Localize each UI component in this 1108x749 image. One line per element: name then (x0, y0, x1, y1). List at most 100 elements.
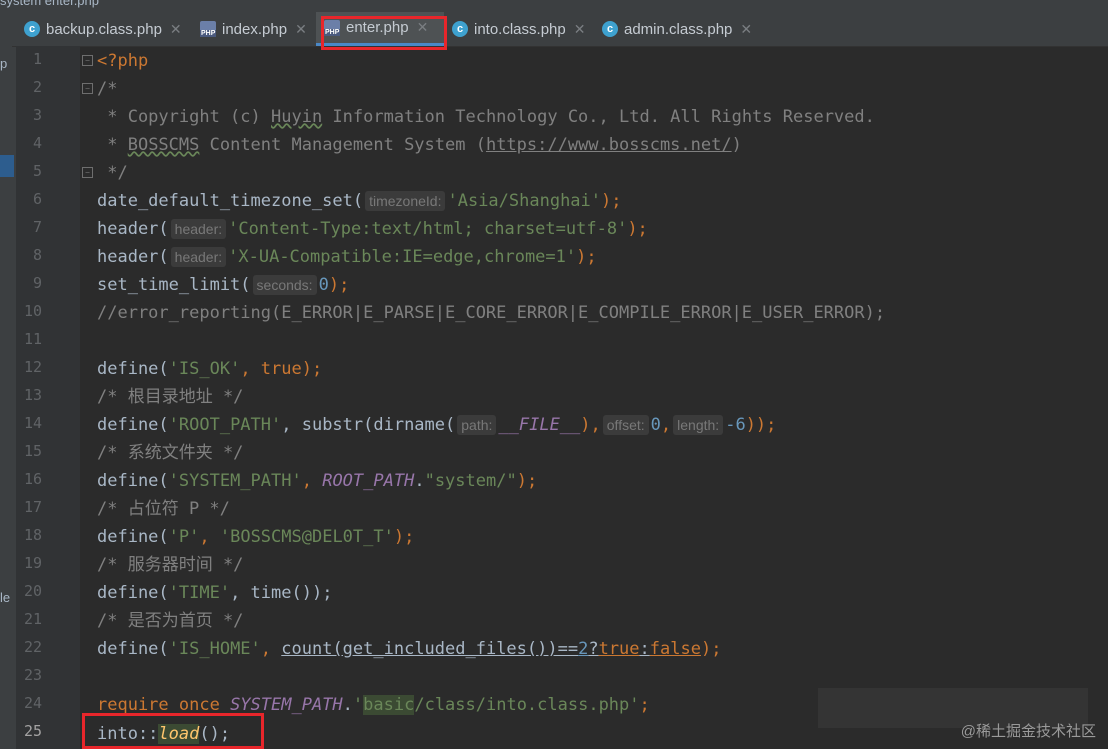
line-number: 8 (32, 246, 42, 264)
class-c-icon: c (24, 21, 40, 37)
function-call: define( (97, 359, 169, 379)
line-number: 14 (23, 414, 42, 432)
punct: ? (588, 639, 599, 659)
tab-into-class[interactable]: c into.class.php ✕ (452, 12, 585, 46)
param-hint: path: (457, 415, 497, 435)
line-number: 23 (23, 666, 42, 684)
param-hint: timezoneId: (365, 191, 446, 211)
class-c-icon: c (452, 21, 468, 37)
code-line-15: /* 系统文件夹 */ (97, 439, 243, 467)
comment: * (97, 135, 128, 155)
punct: . (342, 695, 353, 715)
function-call: count(get_included_files())== (281, 639, 579, 659)
code-line-10: //error_reporting(E_ERROR|E_PARSE|E_CORE… (97, 299, 885, 327)
string: 'Asia/Shanghai' (447, 191, 602, 211)
line-number: 18 (23, 526, 42, 544)
string: 'SYSTEM_PATH' (168, 471, 302, 491)
punct: : (639, 639, 650, 659)
function-call: define( (97, 527, 169, 547)
line-number: 15 (23, 442, 42, 460)
code-line-4: * BOSSCMS Content Management System (htt… (97, 131, 742, 159)
comment-link[interactable]: https://www.bosscms.net/ (486, 135, 732, 155)
param-hint: offset: (602, 415, 649, 435)
line-number: 19 (23, 554, 42, 572)
code-line-9: set_time_limit(seconds: 0); (97, 271, 349, 299)
close-icon[interactable]: ✕ (170, 21, 182, 38)
function-call: date_default_timezone_set( (97, 191, 364, 211)
project-panel-edge[interactable]: p le (0, 12, 16, 749)
line-number: 16 (23, 470, 42, 488)
punct: ); (627, 219, 648, 239)
comment: * Copyright (c) (97, 107, 271, 127)
line-number: 6 (32, 190, 42, 208)
comment: /* 系统文件夹 */ (97, 443, 244, 463)
watermark: @稀土掘金技术社区 (960, 723, 1096, 740)
function-call: define( (97, 583, 169, 603)
fold-icon[interactable]: − (82, 167, 93, 178)
param-hint: seconds: (252, 275, 317, 295)
comment: /* 是否为首页 */ (97, 611, 244, 631)
code-line-17: /* 占位符 P */ (97, 495, 230, 523)
constant: SYSTEM_PATH (230, 695, 343, 715)
param-hint: header: (170, 247, 227, 267)
comment: /* 服务器时间 */ (97, 555, 244, 575)
comment: BOSSCMS (127, 135, 200, 155)
close-icon[interactable]: ✕ (295, 21, 307, 38)
function-call: , time()); (230, 583, 333, 603)
line-number: 1 (32, 50, 42, 68)
line-number: 12 (23, 358, 42, 376)
number: 0 (650, 415, 661, 435)
line-number: 10 (23, 302, 42, 320)
punct: ), (580, 415, 601, 435)
punct: , (260, 639, 282, 659)
comment: Content Management System ( (199, 135, 486, 155)
punct: , (199, 527, 220, 547)
keyword: require_once (97, 695, 231, 715)
code-line-18: define('P', 'BOSSCMS@DEL0T_T'); (97, 523, 414, 551)
punct: , (660, 415, 672, 435)
constant: __FILE__ (498, 415, 581, 435)
comment: /* 占位符 P */ (97, 499, 230, 519)
code-line-21: /* 是否为首页 */ (97, 607, 243, 635)
constant: ROOT_PATH (322, 471, 415, 491)
project-selection-marker (0, 155, 14, 177)
tab-admin-class[interactable]: c admin.class.php ✕ (602, 12, 752, 46)
function-call: , substr(dirname( (281, 415, 456, 435)
editor-tab-bar: c backup.class.php ✕ PHP index.php ✕ PHP… (12, 12, 1108, 47)
function-call: define( (97, 471, 169, 491)
code-line-13: /* 根目录地址 */ (97, 383, 243, 411)
keyword: true (598, 639, 640, 659)
code-line-7: header(header: 'Content-Type:text/html; c… (97, 215, 648, 243)
close-icon[interactable]: ✕ (740, 21, 752, 38)
number: -6 (725, 415, 746, 435)
number: 0 (318, 275, 329, 295)
string: 'Content-Type:text/html; charset=utf-8' (228, 219, 628, 239)
tab-index[interactable]: PHP index.php ✕ (200, 12, 307, 46)
comment: /* (97, 79, 118, 99)
code-line-22: define('IS_HOME', count(get_included_fil… (97, 635, 721, 663)
punct: ); (393, 527, 415, 547)
breadcrumb-bar: system enter.php (0, 0, 1108, 12)
fold-icon[interactable]: − (82, 83, 93, 94)
tab-backup-class[interactable]: c backup.class.php ✕ (24, 12, 182, 46)
line-number: 5 (32, 162, 42, 180)
string: 'IS_HOME' (168, 639, 261, 659)
code-line-19: /* 服务器时间 */ (97, 551, 243, 579)
function-call: header( (97, 219, 169, 239)
string: basic (363, 695, 415, 715)
keyword: true (260, 359, 302, 379)
function-call: header( (97, 247, 169, 267)
fold-icon[interactable]: − (82, 55, 93, 66)
code-line-5: */ (97, 159, 128, 187)
code-line-3: * Copyright (c) Huyin Information Techno… (97, 103, 875, 131)
param-hint: header: (170, 219, 227, 239)
php-file-icon: PHP (200, 21, 217, 37)
code-line-16: define('SYSTEM_PATH', ROOT_PATH."system/… (97, 467, 537, 495)
string: "system/" (424, 471, 517, 491)
line-number: 7 (32, 218, 42, 236)
line-number: 17 (23, 498, 42, 516)
comment: */ (97, 163, 128, 183)
punct: ); (301, 359, 323, 379)
close-icon[interactable]: ✕ (574, 21, 586, 38)
punct: . (414, 471, 425, 491)
